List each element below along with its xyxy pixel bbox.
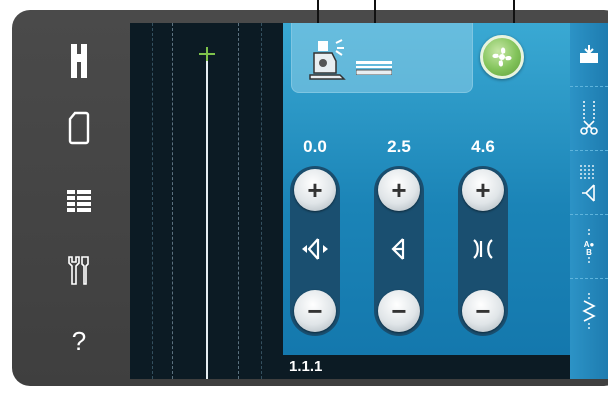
fan-icon xyxy=(492,47,512,67)
stitch-width-adjuster: + − xyxy=(374,166,424,336)
stitch-position-minus-button[interactable]: − xyxy=(294,290,336,332)
stitch-length-adjuster: + − xyxy=(458,166,508,336)
svg-text:B: B xyxy=(586,248,592,257)
stitch-length-icon xyxy=(458,229,508,269)
stitch-length-plus-button[interactable]: + xyxy=(462,169,504,211)
stitch-position-value: 0.0 xyxy=(303,137,327,156)
text-abc-icon: A● B xyxy=(584,228,594,265)
stitch-width-minus-button[interactable]: − xyxy=(378,290,420,332)
stitch-position-icon xyxy=(290,229,340,269)
presser-foot-sensor-icon xyxy=(309,39,346,80)
menu-list-button[interactable] xyxy=(54,176,104,226)
guide-line xyxy=(261,23,262,379)
stitch-line xyxy=(206,59,208,379)
needle-marker xyxy=(199,53,215,55)
bobbin-icon xyxy=(68,111,90,145)
right-toolbar: A● B xyxy=(570,23,608,379)
guide-line xyxy=(172,23,173,379)
mirror-stitch-icon xyxy=(582,293,596,329)
text-abc-button[interactable]: A● B xyxy=(570,215,608,279)
help-icon: ? xyxy=(71,325,87,356)
stitch-settings-fan-button[interactable] xyxy=(480,35,524,79)
help-button[interactable]: ? xyxy=(54,316,104,366)
menu-list-icon xyxy=(67,190,91,212)
bobbin-button[interactable] xyxy=(54,103,104,153)
presser-foot-up-icon xyxy=(71,44,87,78)
load-button[interactable] xyxy=(570,23,608,87)
guide-line xyxy=(238,23,239,379)
stitch-length-indicator-icon xyxy=(356,61,392,75)
presser-foot-info-box[interactable] xyxy=(291,23,473,93)
stitch-number-bar: 1.1.1 xyxy=(283,355,570,379)
settings-tools-icon xyxy=(68,256,89,285)
mirror-stitch-button[interactable] xyxy=(570,279,608,343)
stitch-width-value: 2.5 xyxy=(387,137,411,156)
sequence-button[interactable] xyxy=(570,151,608,215)
presser-foot-up-button[interactable] xyxy=(54,35,104,85)
stitch-number: 1.1.1 xyxy=(289,358,323,375)
guide-line xyxy=(152,23,153,379)
cut-tie-button[interactable] xyxy=(570,87,608,151)
stitch-preview xyxy=(130,23,283,379)
stitch-settings-panel: 0.0 + − 2.5 + − 4.6 + − xyxy=(283,23,570,355)
sequence-icon xyxy=(580,164,595,202)
stitch-length-value: 4.6 xyxy=(471,137,495,156)
stitch-width-plus-button[interactable]: + xyxy=(378,169,420,211)
load-icon xyxy=(580,44,598,63)
cut-tie-icon xyxy=(580,100,598,135)
stitch-length-minus-button[interactable]: − xyxy=(462,290,504,332)
settings-tools-button[interactable] xyxy=(54,246,104,296)
stitch-width-icon xyxy=(374,229,424,269)
stitch-position-adjuster: + − xyxy=(290,166,340,336)
touch-screen: 0.0 + − 2.5 + − 4.6 + − 1.1.1 A● B xyxy=(130,23,608,379)
stitch-position-plus-button[interactable]: + xyxy=(294,169,336,211)
